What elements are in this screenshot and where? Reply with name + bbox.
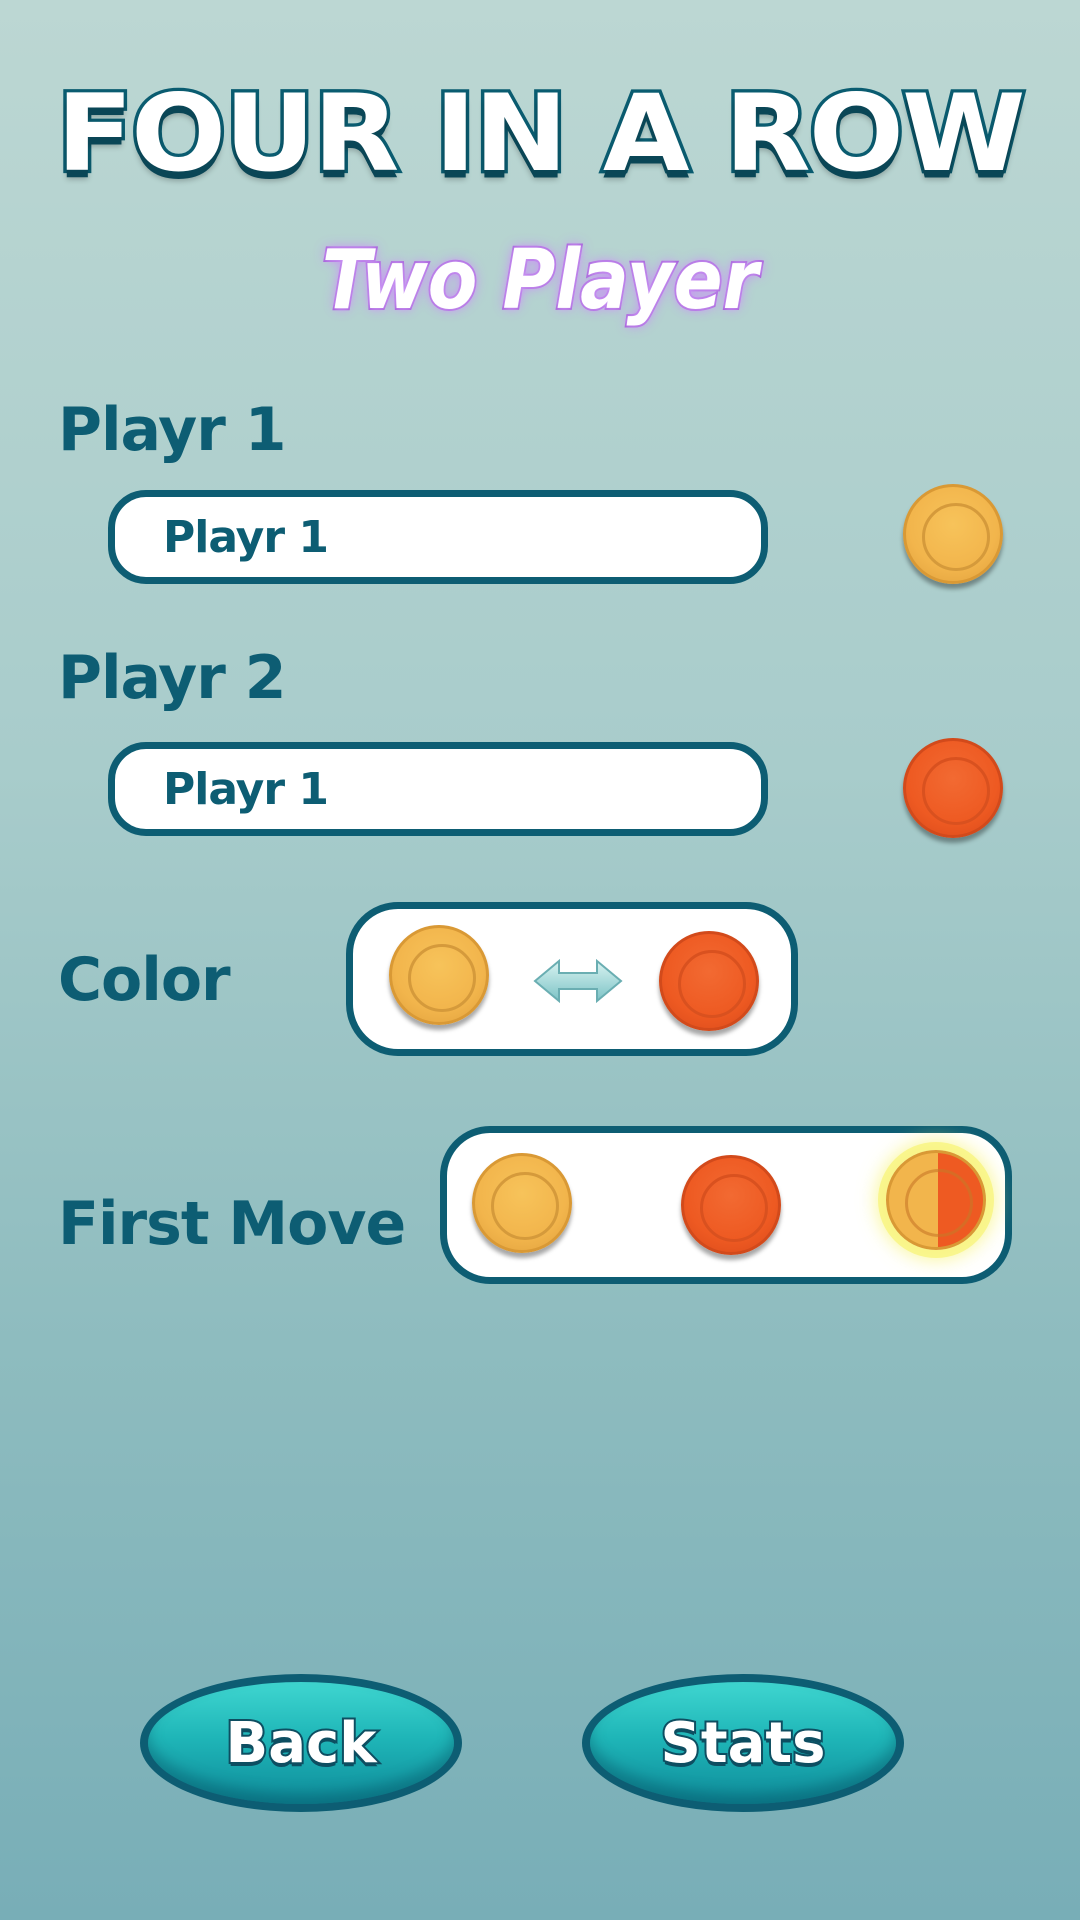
mode-subtitle: Two Player	[320, 233, 760, 328]
player1-chip-icon	[903, 484, 1003, 584]
first-move-panel	[440, 1126, 1012, 1284]
player2-chip-icon	[903, 738, 1003, 838]
player2-label: Playr 2	[58, 643, 287, 713]
stats-button[interactable]: Stats	[582, 1674, 904, 1812]
first-move-random-option[interactable]	[886, 1150, 986, 1250]
back-button[interactable]: Back	[140, 1674, 462, 1812]
swap-arrow-icon[interactable]	[533, 959, 623, 1003]
game-title: FOUR IN A ROW	[53, 72, 1029, 196]
first-move-label: First Move	[58, 1189, 406, 1259]
color-swap-panel[interactable]	[346, 902, 798, 1056]
player1-name-input[interactable]: Playr 1	[108, 490, 768, 584]
player1-label: Playr 1	[58, 395, 287, 465]
first-move-yellow-option[interactable]	[472, 1153, 572, 1253]
player2-name-input[interactable]: Playr 1	[108, 742, 768, 836]
color-yellow-chip-icon	[389, 925, 489, 1025]
color-label: Color	[58, 945, 231, 1015]
first-move-red-option[interactable]	[681, 1155, 781, 1255]
color-red-chip-icon	[659, 931, 759, 1031]
